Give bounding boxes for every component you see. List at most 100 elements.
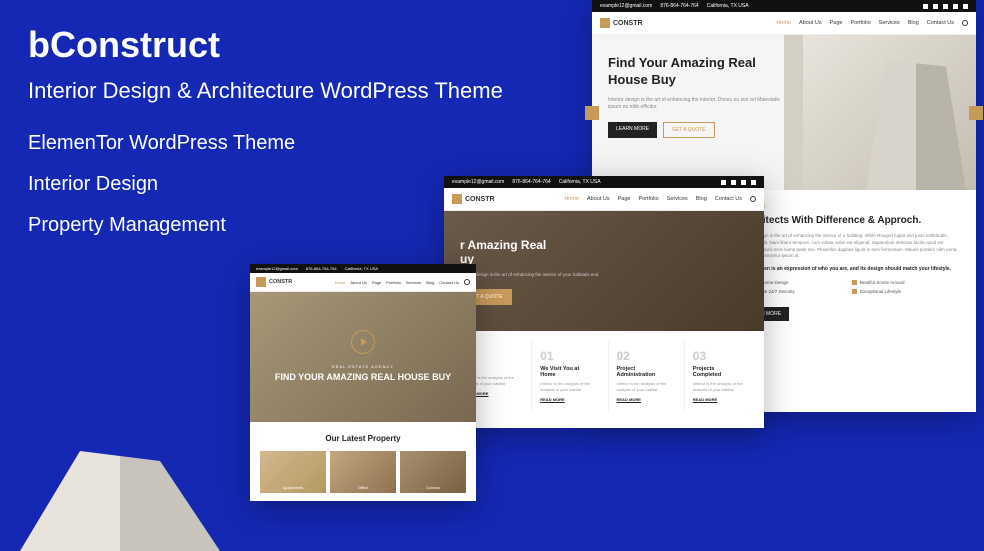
nav-page[interactable]: Page <box>618 196 631 202</box>
logo[interactable]: CONSTR <box>256 277 292 287</box>
building-graphic <box>866 60 966 190</box>
nav-home[interactable]: Home <box>564 196 579 202</box>
card-title: We Visit You at Home <box>540 366 591 378</box>
slider-next-icon[interactable] <box>969 106 983 120</box>
theme-preview-3: example12@gmail.com 876-864-764-764 Cali… <box>250 264 476 501</box>
play-icon <box>361 338 367 346</box>
product-title: bConstruct <box>28 24 503 66</box>
topbar-location: California, TX USA <box>707 3 749 9</box>
nav-services[interactable]: Services <box>879 20 900 26</box>
card-title: Projects Completed <box>693 366 744 378</box>
nav-portfolio[interactable]: Portfolio <box>386 280 401 285</box>
nav-page[interactable]: Page <box>372 280 381 285</box>
read-more-link[interactable]: READ MORE <box>540 397 591 402</box>
topbar-location: California, TX USA <box>559 179 601 185</box>
logo-text: CONSTR <box>613 20 643 27</box>
about-tagline: Your kitchen is an expression of who you… <box>740 266 960 272</box>
property-section: Our Latest Property Apartments Office Co… <box>250 422 476 501</box>
nav-blog[interactable]: Blog <box>696 196 707 202</box>
twitter-icon[interactable] <box>933 4 938 9</box>
card-title: Project Administration <box>617 366 668 378</box>
about-description: Interior design is the art of enhancing … <box>740 233 960 260</box>
nav-services[interactable]: Services <box>667 196 688 202</box>
nav-about[interactable]: About Us <box>799 20 822 26</box>
slider-prev-icon[interactable] <box>585 106 599 120</box>
facebook-icon[interactable] <box>721 180 726 185</box>
learn-more-button[interactable]: LEARN MORE <box>608 122 657 138</box>
read-more-link[interactable]: READ MORE <box>617 397 668 402</box>
nav-contact[interactable]: Contact Us <box>439 280 459 285</box>
hero-section: REAL ESTATE AGENCY FIND YOUR AMAZING REA… <box>250 292 476 422</box>
card-description: Interior is the analysis of the analysis… <box>693 381 744 392</box>
topbar-phone: 876-864-764-764 <box>660 3 698 9</box>
nav-contact[interactable]: Contact Us <box>715 196 742 202</box>
navbar: CONSTR Home About Us Page Portfolio Serv… <box>250 273 476 292</box>
navbar: CONSTR Home About Us Page Portfolio Serv… <box>592 12 976 35</box>
hero-title: FIND YOUR AMAZING REAL HOUSE BUY <box>275 372 451 384</box>
process-card: 01 We Visit You at Home Interior is the … <box>531 341 599 410</box>
decorative-building <box>20 451 220 551</box>
nav-home[interactable]: Home <box>776 20 791 26</box>
card-description: Interior is the analysis of the analysis… <box>617 381 668 392</box>
about-badge: ABOUT US <box>740 204 960 210</box>
linkedin-icon[interactable] <box>953 4 958 9</box>
nav-portfolio[interactable]: Portfolio <box>638 196 658 202</box>
instagram-icon[interactable] <box>943 4 948 9</box>
logo-icon <box>256 277 266 287</box>
feature-3: Property Management <box>28 214 503 237</box>
product-subtitle: Interior Design & Architecture WordPress… <box>28 78 503 104</box>
nav-portfolio[interactable]: Portfolio <box>850 20 870 26</box>
hero-badge: REAL ESTATE AGENCY <box>332 364 394 369</box>
feature-2: Interior Design <box>28 173 503 196</box>
hero-description: Interior design is the art of enhancing … <box>608 97 787 112</box>
search-icon[interactable] <box>464 279 470 285</box>
card-number: 03 <box>693 349 744 363</box>
process-card: 03 Projects Completed Interior is the an… <box>684 341 752 410</box>
check-icon <box>852 280 857 285</box>
logo[interactable]: CONSTR <box>600 18 643 28</box>
nav-page[interactable]: Page <box>830 20 843 26</box>
property-card[interactable]: Office <box>330 451 396 493</box>
get-quote-button[interactable]: GET A QUOTE <box>663 122 715 138</box>
linkedin-icon[interactable] <box>751 180 756 185</box>
instagram-icon[interactable] <box>741 180 746 185</box>
search-icon[interactable] <box>962 20 968 26</box>
topbar: example12@gmail.com 876-864-764-764 Cali… <box>592 0 976 12</box>
topbar-phone: 876-864-764-764 <box>512 179 550 185</box>
read-more-link[interactable]: READ MORE <box>693 397 744 402</box>
nav-contact[interactable]: Contact Us <box>927 20 954 26</box>
card-number: 01 <box>540 349 591 363</box>
property-title: Our Latest Property <box>260 434 466 443</box>
hero-title: Find Your Amazing Real House Buy <box>608 55 787 89</box>
property-label: Office <box>330 485 396 490</box>
nav-home[interactable]: Home <box>335 280 346 285</box>
play-button[interactable] <box>351 330 375 354</box>
nav-about[interactable]: About Us <box>587 196 610 202</box>
check-icon <box>852 289 857 294</box>
logo-text: CONSTR <box>269 279 292 285</box>
feature-label: Exceptional Lifestyle <box>860 289 901 294</box>
card-number: 02 <box>617 349 668 363</box>
process-card: 02 Project Administration Interior is th… <box>608 341 676 410</box>
topbar-phone: 876-864-764-764 <box>306 266 337 271</box>
search-icon[interactable] <box>750 196 756 202</box>
nav-blog[interactable]: Blog <box>908 20 919 26</box>
twitter-icon[interactable] <box>731 180 736 185</box>
topbar-email: example12@gmail.com <box>256 266 298 271</box>
hero-description: Interior design is the art of enhancing … <box>460 272 598 277</box>
topbar: example12@gmail.com 876-864-764-764 Cali… <box>250 264 476 273</box>
youtube-icon[interactable] <box>963 4 968 9</box>
facebook-icon[interactable] <box>923 4 928 9</box>
property-label: Condos <box>400 485 466 490</box>
property-label: Apartments <box>260 485 326 490</box>
property-card[interactable]: Condos <box>400 451 466 493</box>
nav-blog[interactable]: Blog <box>426 280 434 285</box>
nav-about[interactable]: About Us <box>350 280 366 285</box>
card-description: Interior is the analysis of the analysis… <box>540 381 591 392</box>
property-card[interactable]: Apartments <box>260 451 326 493</box>
feature-label: Beatiful Scene Around <box>860 280 905 285</box>
topbar-email: example12@gmail.com <box>600 3 652 9</box>
feature-1: ElemenTor WordPress Theme <box>28 132 503 155</box>
nav-services[interactable]: Services <box>406 280 421 285</box>
hero-image <box>803 35 976 190</box>
